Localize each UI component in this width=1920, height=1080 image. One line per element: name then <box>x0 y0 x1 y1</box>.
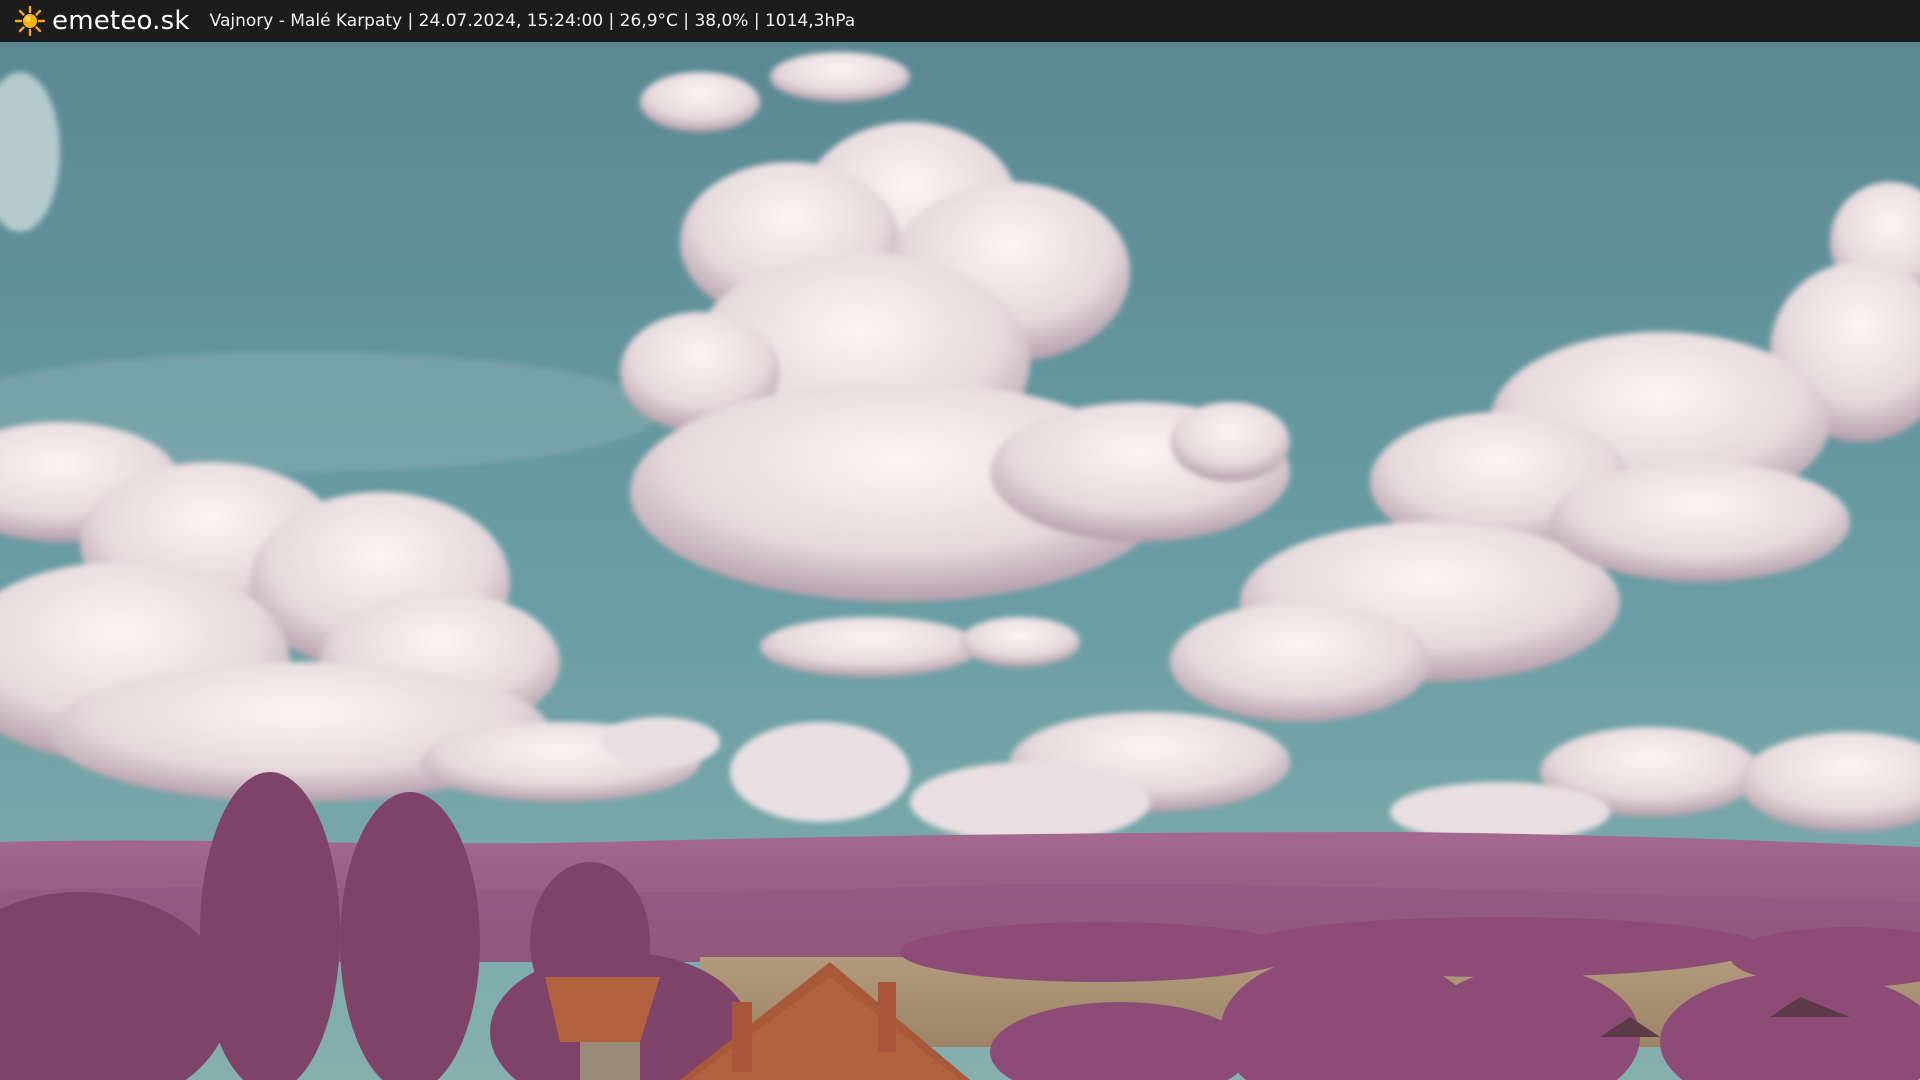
station-caption: Vajnory - Malé Karpaty | 24.07.2024, 15:… <box>209 11 856 31</box>
webcam-frame: emeteo.sk Vajnory - Malé Karpaty | 24.07… <box>0 0 1920 1080</box>
webcam-image <box>0 42 1920 1080</box>
logo[interactable]: emeteo.sk <box>14 5 190 37</box>
header-bar: emeteo.sk Vajnory - Malé Karpaty | 24.07… <box>0 0 1920 42</box>
landscape-illustration <box>0 42 1920 1080</box>
sun-icon <box>14 5 46 37</box>
brand-name: emeteo.sk <box>52 6 190 36</box>
